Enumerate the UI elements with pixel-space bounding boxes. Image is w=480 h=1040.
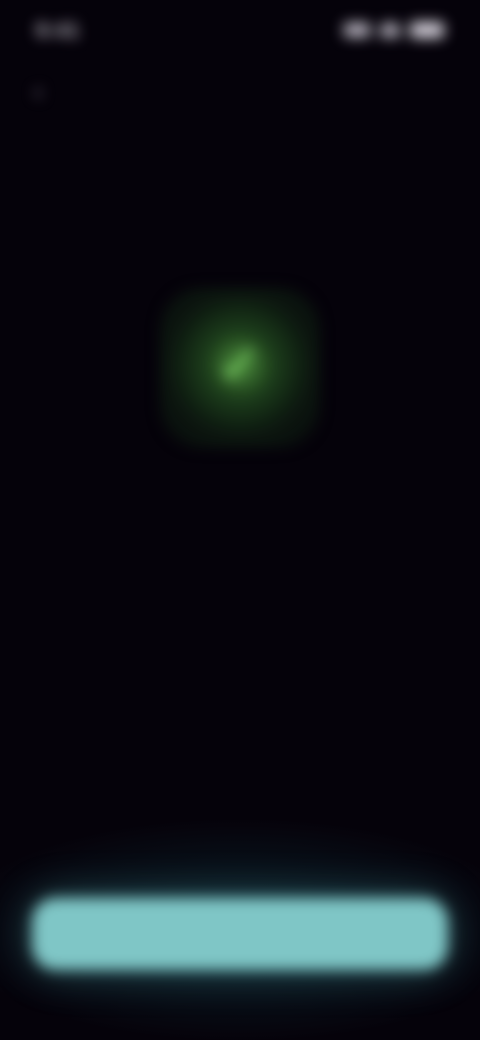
status-time: 9:41 — [36, 20, 81, 42]
feature-icon: ✓ — [160, 288, 320, 448]
battery-icon — [410, 22, 444, 38]
status-bar: 9:41 — [0, 14, 480, 50]
nav-bar: ‹ — [0, 74, 480, 110]
check-icon: ✓ — [216, 333, 264, 396]
primary-button[interactable] — [32, 898, 448, 970]
signal-icon — [344, 23, 370, 37]
blurred-content: 9:41 ‹ ✓ — [0, 0, 480, 1040]
screen: 9:41 ‹ ✓ — [0, 0, 480, 1040]
wifi-icon — [380, 23, 400, 37]
chevron-left-icon[interactable]: ‹ — [34, 78, 56, 104]
status-icons — [344, 22, 444, 38]
